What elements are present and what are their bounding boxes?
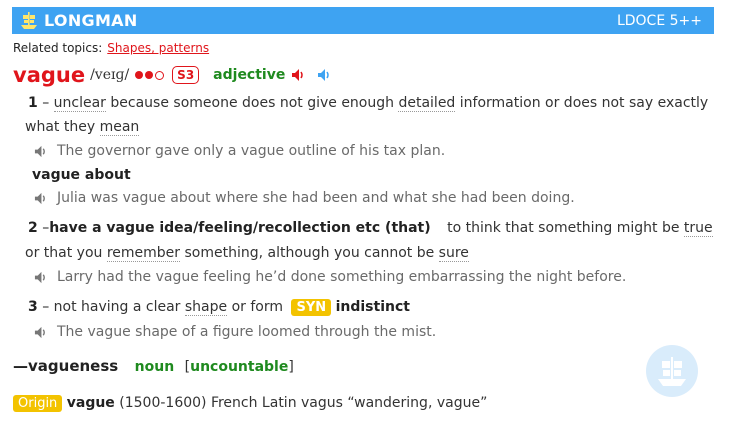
example-speaker-icon[interactable]	[34, 271, 47, 284]
example-text: Julia was vague about where she had been…	[57, 190, 575, 206]
example-text: Larry had the vague feeling he’d done so…	[57, 269, 627, 285]
sense-1-definition: 1 – unclear because someone does not giv…	[28, 95, 709, 112]
synonym-word[interactable]: indistinct	[336, 299, 410, 315]
headword-line: vague /veɪɡ/ S3 adjective	[13, 62, 331, 88]
related-topic-link[interactable]: Shapes, patterns	[107, 41, 209, 55]
header-bar: LONGMAN LDOCE 5++	[12, 7, 714, 34]
example-sentence: Larry had the vague feeling he’d done so…	[34, 269, 626, 285]
derived-pos: noun	[134, 359, 175, 375]
sense-number: 3	[28, 299, 38, 315]
sense-number: 1	[28, 95, 38, 111]
derived-word: —vagueness	[13, 357, 119, 375]
speaker-american-icon[interactable]	[317, 68, 331, 82]
example-text: The governor gave only a vague outline o…	[57, 143, 446, 159]
origin-line: Origin vague (1500-1600) French Latin va…	[13, 395, 488, 412]
sense-2-phrase: have a vague idea/feeling/recollection e…	[49, 220, 431, 236]
linked-word[interactable]: detailed	[398, 95, 456, 112]
sense-dash: –	[42, 299, 50, 315]
definition-text: something, although you cannot be	[180, 245, 439, 261]
related-topics-label: Related topics:	[13, 41, 103, 55]
pronunciation: /veɪɡ/	[90, 67, 130, 83]
definition-text: because someone does not give enough	[105, 95, 399, 111]
linked-word[interactable]: unclear	[53, 95, 106, 112]
watermark-ship-icon	[646, 345, 698, 397]
frequency-dot-filled	[145, 71, 154, 79]
linked-word[interactable]: mean	[99, 119, 140, 136]
example-speaker-icon[interactable]	[34, 145, 47, 158]
origin-badge: Origin	[13, 395, 63, 412]
definition-text: what they	[25, 119, 100, 135]
example-sentence: Julia was vague about where she had been…	[34, 190, 575, 206]
frequency-dot-filled	[135, 71, 144, 79]
sense-1-definition-cont: what they mean	[25, 119, 140, 136]
frequency-badge: S3	[172, 66, 200, 84]
definition-text: information or does not say exactly	[455, 95, 709, 111]
definition-text: to think that something might be	[447, 220, 684, 236]
bracket-close: ]	[288, 359, 294, 375]
example-speaker-icon[interactable]	[34, 192, 47, 205]
headword: vague	[13, 63, 86, 87]
frequency-dot-empty	[155, 70, 165, 80]
definition-text: or form	[227, 299, 284, 315]
definition-text: not having a clear	[53, 299, 185, 315]
ship-logo-icon	[21, 12, 37, 29]
origin-word: vague	[66, 395, 115, 411]
origin-text: (1500-1600) French Latin vagus “wanderin…	[114, 395, 488, 411]
synonym-badge: SYN	[291, 299, 332, 316]
frequency-dots	[135, 70, 166, 80]
edition-label: LDOCE 5++	[616, 13, 702, 29]
linked-word[interactable]: remember	[106, 245, 181, 262]
example-speaker-icon[interactable]	[34, 326, 47, 339]
derived-word-line: —vagueness noun [uncountable]	[13, 357, 294, 375]
related-topics: Related topics: Shapes, patterns	[13, 41, 209, 55]
sense-2-definition-cont: or that you remember something, although…	[25, 245, 469, 262]
sense-number: 2	[28, 220, 38, 236]
definition-text: or that you	[25, 245, 107, 261]
linked-word[interactable]: true	[683, 220, 713, 237]
linked-word[interactable]: shape	[184, 299, 228, 316]
linked-word[interactable]: sure	[438, 245, 469, 262]
sense-1-phrase: vague about	[32, 167, 131, 183]
brand-title: LONGMAN	[44, 11, 138, 30]
sense-2-definition: 2 –have a vague idea/feeling/recollectio…	[28, 220, 713, 237]
sense-3-definition: 3 – not having a clear shape or form SYN…	[28, 299, 410, 316]
speaker-british-icon[interactable]	[291, 68, 305, 82]
example-sentence: The vague shape of a figure loomed throu…	[34, 324, 436, 340]
sense-dash: –	[42, 95, 50, 111]
example-text: The vague shape of a figure loomed throu…	[57, 324, 437, 340]
example-sentence: The governor gave only a vague outline o…	[34, 143, 445, 159]
grammar-label: uncountable	[190, 359, 289, 375]
part-of-speech: adjective	[213, 67, 286, 83]
